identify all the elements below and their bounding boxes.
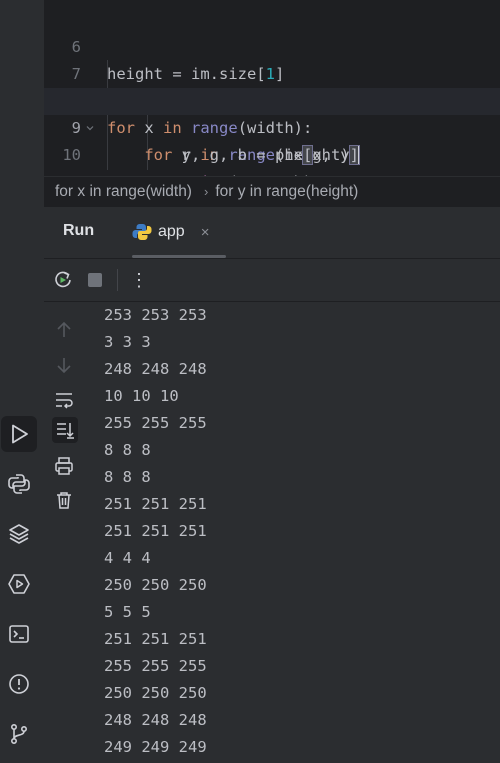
git-icon <box>7 722 31 746</box>
breadcrumb-item[interactable]: for x in range(width) <box>55 183 192 201</box>
run-tool-window-header: Run app × <box>44 206 500 259</box>
console-line: 8 8 8 <box>104 441 151 459</box>
problems-tool-button[interactable] <box>1 666 37 702</box>
tool-window-strip <box>0 0 45 763</box>
scroll-down-icon[interactable] <box>53 354 75 376</box>
console-gutter <box>44 302 86 763</box>
line-number: 11 <box>44 169 81 176</box>
console-line: 3 3 3 <box>104 333 151 351</box>
layers-icon <box>7 522 31 546</box>
more-icon[interactable]: ⋮ <box>128 269 150 291</box>
scroll-up-icon[interactable] <box>53 319 75 341</box>
console-line: 248 248 248 <box>104 360 207 378</box>
code-line[interactable]: 7 for x in range(width): <box>44 34 500 137</box>
fold-chevron-icon[interactable] <box>86 43 94 104</box>
terminal-tool-button[interactable] <box>1 616 37 652</box>
console-line: 249 249 249 <box>104 738 207 756</box>
python-file-icon <box>132 222 152 242</box>
stop-icon[interactable] <box>84 269 106 291</box>
console-line: 5 5 5 <box>104 603 151 621</box>
print-icon[interactable] <box>53 455 75 477</box>
console-line: 251 251 251 <box>104 495 207 513</box>
code-line[interactable]: 10 print(r, g, b) <box>44 115 500 176</box>
console-line: 255 255 255 <box>104 657 207 675</box>
breadcrumb: for x in range(width) › for y in range(h… <box>44 176 500 206</box>
console-line: 253 253 253 <box>104 306 207 324</box>
breadcrumb-separator-icon: › <box>203 184 209 199</box>
scroll-to-end-icon[interactable] <box>52 417 78 443</box>
problems-icon <box>7 672 31 696</box>
console-line: 251 251 251 <box>104 522 207 540</box>
console-output[interactable]: 253 253 253 3 3 3 248 248 248 10 10 10 2… <box>86 302 500 763</box>
git-tool-button[interactable] <box>1 716 37 752</box>
console-line: 250 250 250 <box>104 684 207 702</box>
tab-label: app <box>158 223 185 240</box>
run-window-title: Run <box>63 222 95 239</box>
code-editor[interactable]: 6 height = im.size[1] 7 for x in range(w… <box>44 0 500 176</box>
breadcrumb-item[interactable]: for y in range(height) <box>215 183 358 201</box>
console-line: 4 4 4 <box>104 549 151 567</box>
console-line: 250 250 250 <box>104 576 207 594</box>
terminal-icon <box>7 622 31 646</box>
console-line: 248 248 248 <box>104 711 207 729</box>
soft-wrap-icon[interactable] <box>53 389 75 411</box>
toolbar-divider <box>117 269 118 291</box>
console-line: 255 255 255 <box>104 414 207 432</box>
services-icon <box>7 572 31 596</box>
services-tool-button[interactable] <box>1 566 37 602</box>
code-text: print(r, g, b) <box>107 169 313 176</box>
console-line: 251 251 251 <box>104 630 207 648</box>
python-packages-tool-button[interactable] <box>1 466 37 502</box>
rerun-icon[interactable] <box>52 269 74 291</box>
code-line-current[interactable]: 9 r, g, b = pix[x, y] <box>44 88 500 165</box>
code-line[interactable]: 11 <box>44 142 500 176</box>
tab-close-icon[interactable]: × <box>201 224 210 241</box>
fold-chevron-icon[interactable] <box>86 70 94 131</box>
clear-icon[interactable] <box>53 489 75 511</box>
code-line[interactable]: 6 height = im.size[1] <box>44 7 500 83</box>
tab-app[interactable]: app × <box>132 219 209 245</box>
run-tool-button[interactable] <box>1 416 37 452</box>
ide-window: 6 height = im.size[1] 7 for x in range(w… <box>0 0 500 763</box>
console-line: 8 8 8 <box>104 468 151 486</box>
code-line[interactable]: 8 for y in range(height): <box>44 61 500 164</box>
run-icon <box>7 422 31 446</box>
layers-tool-button[interactable] <box>1 516 37 552</box>
python-packages-icon <box>7 472 31 496</box>
run-toolbar: ⋮ <box>44 258 500 302</box>
console-line: 10 10 10 <box>104 387 179 405</box>
